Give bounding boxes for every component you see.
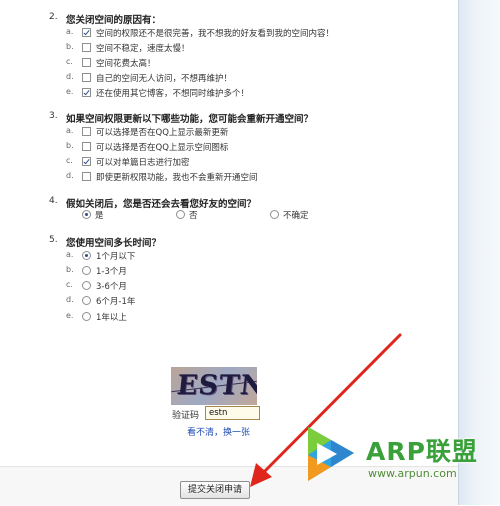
radio-button[interactable] <box>82 296 91 305</box>
checkbox[interactable] <box>82 172 91 181</box>
refresh-captcha-link[interactable]: 看不清，换一张 <box>187 425 250 438</box>
option-label: 空间不稳定，速度太慢！ <box>96 44 190 54</box>
option-label: 1年以上 <box>96 313 127 323</box>
captcha-label: 验证码 <box>172 411 200 421</box>
checkbox[interactable] <box>82 58 91 67</box>
option-label: 3-6个月 <box>96 282 127 292</box>
option-label: 可以选择是否在QQ上显示最新更新 <box>96 128 229 138</box>
radio-button[interactable] <box>82 312 91 321</box>
right-frame-border <box>458 0 500 505</box>
option-letter: e. <box>66 87 74 96</box>
option-label: 空间的权限还不是很完善，我不想我的好友看到我的空间内容！ <box>96 29 335 39</box>
option-label: 否 <box>189 211 198 221</box>
radio-button[interactable] <box>82 210 91 219</box>
checkbox[interactable] <box>82 73 91 82</box>
option-letter: b. <box>66 141 74 150</box>
option-label: 1个月以下 <box>96 252 136 262</box>
checkbox[interactable] <box>82 28 91 37</box>
option-letter: c. <box>66 57 73 66</box>
question-text: 如果空间权限更新以下哪些功能，您可能会重新开通空间？ <box>66 114 314 125</box>
option-letter: d. <box>66 72 74 81</box>
radio-button[interactable] <box>176 210 185 219</box>
option-label: 即使更新权限功能，我也不会重新开通空间 <box>96 173 258 183</box>
radio-button[interactable] <box>82 281 91 290</box>
question-number: 4. <box>49 196 58 206</box>
radio-button[interactable] <box>82 251 91 260</box>
option-letter: a. <box>66 126 74 135</box>
option-label: 6个月-1年 <box>96 297 136 307</box>
option-letter: e. <box>66 311 74 320</box>
checkbox[interactable] <box>82 88 91 97</box>
option-label: 自己的空间无人访问，不想再维护！ <box>96 74 233 84</box>
radio-button[interactable] <box>82 266 91 275</box>
question-number: 3. <box>49 111 58 121</box>
watermark-play-logo <box>308 427 354 481</box>
option-label: 可以选择是否在QQ上显示空间图标 <box>96 143 229 153</box>
question-text: 您关闭空间的原因有： <box>66 15 162 26</box>
option-label: 不确定 <box>283 211 309 221</box>
option-letter: c. <box>66 156 73 165</box>
checkbox[interactable] <box>82 142 91 151</box>
watermark-title: ARP联盟 <box>366 437 478 466</box>
option-letter: d. <box>66 171 74 180</box>
option-letter: a. <box>66 27 74 36</box>
option-label: 空间花费太高！ <box>96 59 156 69</box>
option-letter: c. <box>66 280 73 289</box>
option-letter: b. <box>66 42 74 51</box>
question-text: 您使用空间多长时间？ <box>66 238 162 249</box>
option-label: 还在使用其它博客，不想同时维护多个！ <box>96 89 250 99</box>
captcha-image: ESTN <box>171 367 257 405</box>
option-label: 1-3个月 <box>96 267 127 277</box>
question-number: 2. <box>49 12 58 22</box>
checkbox[interactable] <box>82 127 91 136</box>
question-text: 假如关闭后，您是否还会去看您好友的空间？ <box>66 199 257 210</box>
option-letter: a. <box>66 250 74 259</box>
question-number: 5. <box>49 235 58 245</box>
submit-close-request-button[interactable]: 提交关闭申请 <box>180 481 250 499</box>
captcha-input[interactable]: estn <box>205 406 260 420</box>
option-letter: b. <box>66 265 74 274</box>
radio-button[interactable] <box>270 210 279 219</box>
watermark-url: www.arpun.com <box>368 467 457 480</box>
option-letter: d. <box>66 295 74 304</box>
checkbox[interactable] <box>82 157 91 166</box>
checkbox[interactable] <box>82 43 91 52</box>
option-label: 是 <box>95 211 104 221</box>
option-label: 可以对单篇日志进行加密 <box>96 158 190 168</box>
captcha-image-text: ESTN <box>175 370 257 401</box>
